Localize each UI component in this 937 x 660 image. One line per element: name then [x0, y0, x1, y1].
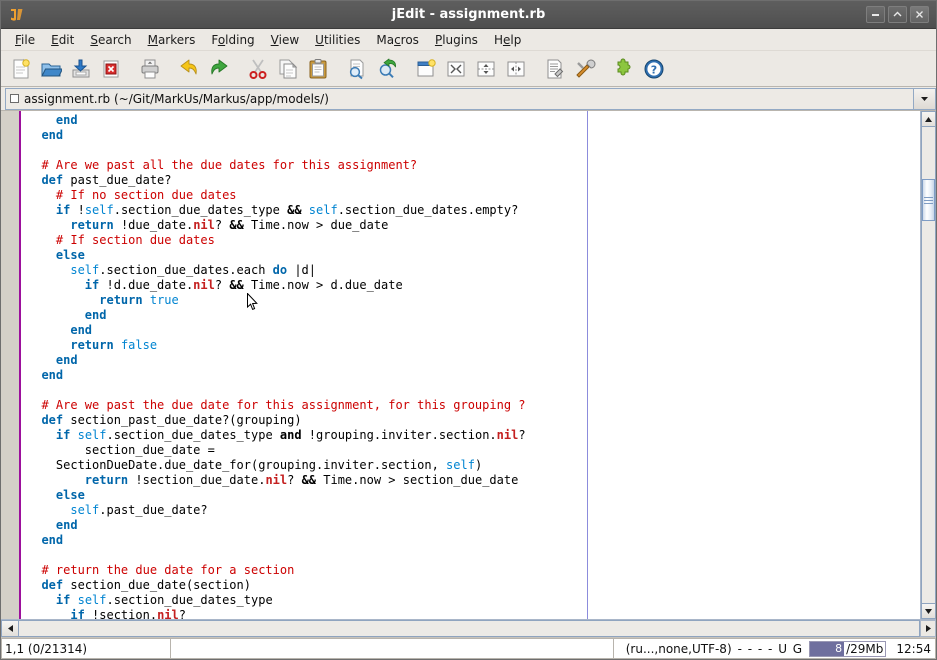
- clock-status: 12:54: [896, 641, 931, 656]
- vertical-scroll-thumb[interactable]: [922, 179, 935, 221]
- print-icon[interactable]: [136, 55, 164, 83]
- buffer-path-label: assignment.rb (~/Git/MarkUs/Markus/app/m…: [24, 91, 329, 106]
- horizontal-scrollbar[interactable]: [1, 619, 936, 637]
- toolbar-separator: [532, 55, 541, 83]
- find-next-icon[interactable]: [373, 55, 401, 83]
- toolbar-separator: [334, 55, 343, 83]
- menu-folding[interactable]: Folding: [203, 31, 262, 49]
- menu-edit[interactable]: Edit: [43, 31, 82, 49]
- editor-gutter[interactable]: [1, 111, 21, 619]
- menu-search[interactable]: Search: [82, 31, 139, 49]
- mode-flags-status[interactable]: - - - - U G: [738, 642, 803, 656]
- scroll-right-arrow-icon[interactable]: [920, 620, 936, 637]
- cut-icon[interactable]: [244, 55, 272, 83]
- status-message-area: [171, 638, 614, 659]
- caret-position-status: 1,1 (0/21314): [1, 638, 171, 659]
- new-file-icon[interactable]: [7, 55, 35, 83]
- plugin-manager-icon[interactable]: [610, 55, 638, 83]
- new-view-icon[interactable]: [412, 55, 440, 83]
- menu-utilities[interactable]: Utilities: [307, 31, 368, 49]
- jedit-window: jEdit - assignment.rb File Edit Search M…: [0, 0, 937, 660]
- menu-macros[interactable]: Macros: [368, 31, 427, 49]
- close-file-icon[interactable]: [97, 55, 125, 83]
- buffer-options-icon[interactable]: [541, 55, 569, 83]
- vertical-scroll-track[interactable]: [921, 127, 936, 603]
- save-file-icon[interactable]: [67, 55, 95, 83]
- maximize-icon[interactable]: [888, 6, 907, 23]
- menu-markers[interactable]: Markers: [140, 31, 204, 49]
- memory-status[interactable]: 8 /29Mb: [809, 640, 887, 657]
- global-options-icon[interactable]: [571, 55, 599, 83]
- svg-text:?: ?: [651, 63, 657, 76]
- buffer-path-bar: assignment.rb (~/Git/MarkUs/Markus/app/m…: [1, 87, 936, 111]
- editor-area: end end # Are we past all the due dates …: [1, 111, 936, 619]
- scroll-down-arrow-icon[interactable]: [921, 603, 936, 619]
- buffer-selector[interactable]: assignment.rb (~/Git/MarkUs/Markus/app/m…: [5, 87, 914, 110]
- undo-icon[interactable]: [175, 55, 203, 83]
- encoding-status[interactable]: (ru...,none,UTF-8): [626, 642, 732, 656]
- paste-icon[interactable]: [304, 55, 332, 83]
- minimize-icon[interactable]: [866, 6, 885, 23]
- scroll-up-arrow-icon[interactable]: [921, 111, 936, 127]
- redo-icon[interactable]: [205, 55, 233, 83]
- horizontal-scroll-track[interactable]: [19, 620, 920, 637]
- copy-icon[interactable]: [274, 55, 302, 83]
- help-icon[interactable]: ?: [640, 55, 668, 83]
- menu-help[interactable]: Help: [486, 31, 529, 49]
- memory-used-label: 8: [810, 641, 845, 656]
- menu-view[interactable]: View: [263, 31, 307, 49]
- toolbar-separator: [403, 55, 412, 83]
- memory-total-label: /29Mb: [844, 641, 886, 656]
- scroll-left-arrow-icon[interactable]: [1, 620, 19, 637]
- wrap-guide-line: [587, 111, 588, 619]
- unsplit-icon[interactable]: [442, 55, 470, 83]
- window-title: jEdit - assignment.rb: [391, 7, 546, 22]
- window-controls: [866, 6, 929, 23]
- menu-plugins[interactable]: Plugins: [427, 31, 486, 49]
- open-file-icon[interactable]: [37, 55, 65, 83]
- buffer-state-checkbox-icon[interactable]: [10, 94, 19, 103]
- editor-text-area[interactable]: end end # Are we past all the due dates …: [21, 111, 920, 619]
- toolbar-separator: [127, 55, 136, 83]
- toolbar-separator: [166, 55, 175, 83]
- toolbar-separator: [235, 55, 244, 83]
- close-icon[interactable]: [910, 6, 929, 23]
- status-right-area: (ru...,none,UTF-8) - - - - U G 8 /29Mb 1…: [613, 638, 936, 659]
- menu-file[interactable]: File: [7, 31, 43, 49]
- split-vertical-icon[interactable]: [502, 55, 530, 83]
- vertical-scrollbar[interactable]: [920, 111, 936, 619]
- source-code[interactable]: end end # Are we past all the due dates …: [21, 111, 920, 619]
- toolbar-separator: [601, 55, 610, 83]
- menu-bar: File Edit Search Markers Folding View Ut…: [1, 29, 936, 51]
- split-horizontal-icon[interactable]: [472, 55, 500, 83]
- find-icon[interactable]: [343, 55, 371, 83]
- status-bar: 1,1 (0/21314) (ru...,none,UTF-8) - - - -…: [1, 637, 936, 659]
- title-bar: jEdit - assignment.rb: [1, 1, 936, 29]
- tool-bar: ?: [1, 51, 936, 87]
- chevron-down-icon[interactable]: [914, 87, 936, 110]
- jedit-logo-icon: [6, 4, 28, 26]
